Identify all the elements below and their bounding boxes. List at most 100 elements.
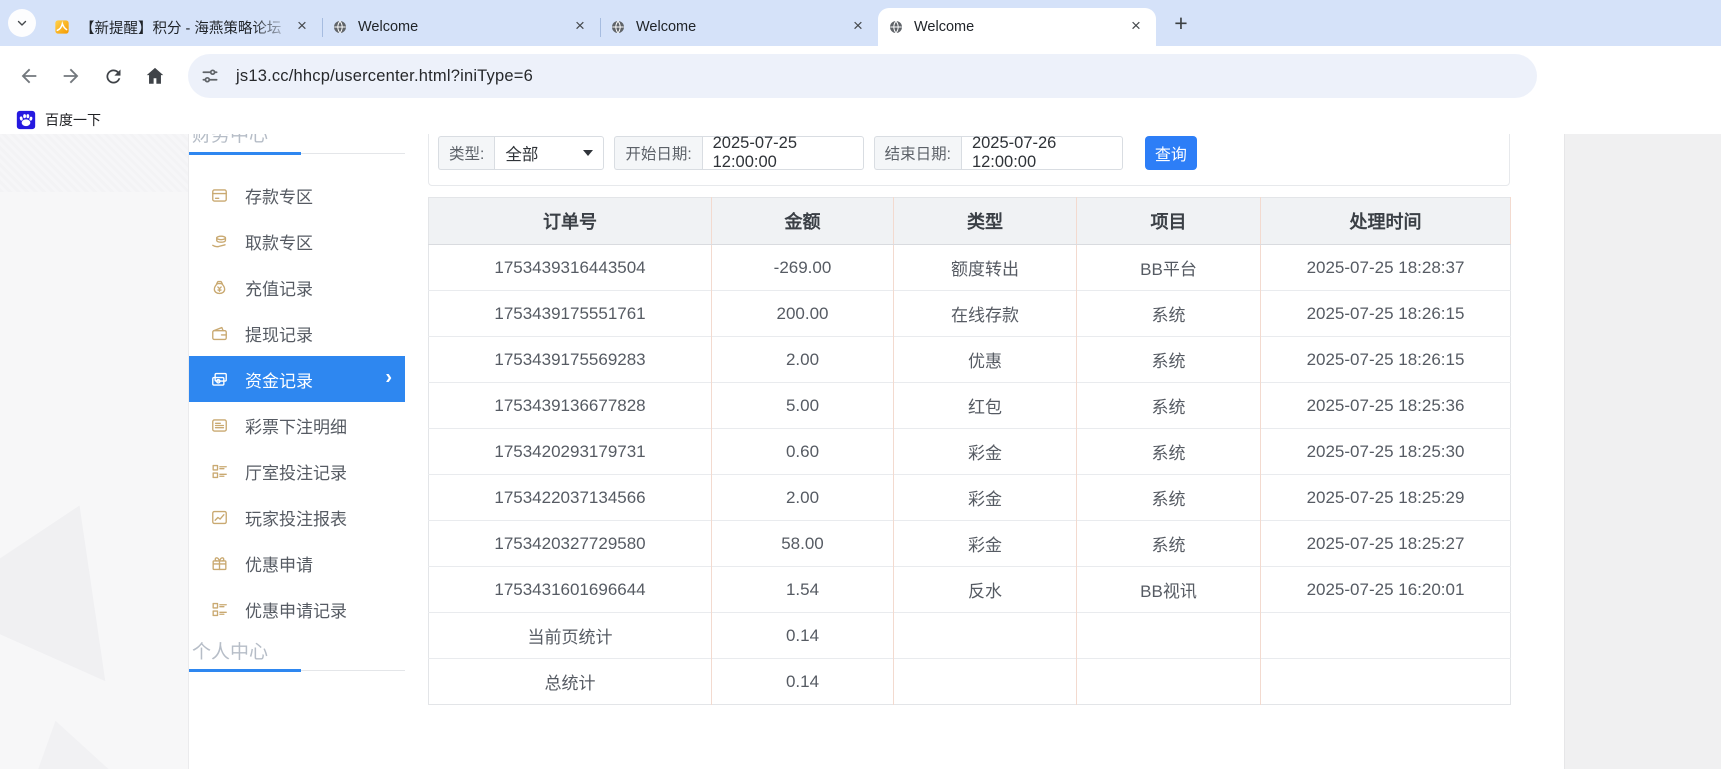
hall-list-icon (210, 461, 230, 481)
project-cell (1076, 612, 1261, 659)
tab-search-button[interactable] (8, 9, 36, 37)
amount-cell: 0.14 (711, 658, 894, 705)
amount-cell: 5.00 (711, 382, 894, 429)
table-row[interactable]: 1753439136677828 5.00 红包 系统 2025-07-25 1… (428, 382, 1511, 429)
tab-title: Welcome (636, 19, 697, 35)
home-button[interactable] (137, 58, 173, 94)
site-info-button[interactable] (194, 60, 226, 92)
table-row[interactable]: 1753422037134566 2.00 彩金 系统 2025-07-25 1… (428, 474, 1511, 521)
sidebar-item[interactable]: 提现记录 › (189, 310, 405, 356)
bookmark-baidu[interactable]: 百度一下 (10, 108, 107, 132)
section-underline (189, 669, 405, 672)
project-cell: 系统 (1076, 520, 1261, 567)
table-header-row: 订单号 金额 类型 项目 处理时间 (428, 197, 1511, 245)
sidebar-item-label: 彩票下注明细 (245, 417, 347, 437)
browser-tab[interactable]: Welcome × (600, 8, 878, 46)
project-cell: BB平台 (1076, 244, 1261, 291)
address-bar[interactable]: js13.cc/hhcp/usercenter.html?iniType=6 (188, 54, 1537, 98)
sidebar-item-label: 优惠申请 (245, 555, 313, 575)
table-row[interactable]: 1753420327729580 58.00 彩金 系统 2025-07-25 … (428, 520, 1511, 567)
type-cell: 反水 (893, 566, 1077, 613)
sidebar-section-finance: 财务中心 (192, 134, 269, 146)
forum-favicon (54, 19, 71, 36)
query-button[interactable]: 查询 (1144, 136, 1197, 170)
browser-tab[interactable]: 【新提醒】积分 - 海燕策略论坛 × (44, 8, 323, 46)
sidebar-item[interactable]: 存款专区 › (189, 172, 405, 218)
sidebar-section-personal: 个人中心 (192, 642, 269, 663)
close-icon[interactable]: × (292, 17, 312, 37)
page-background-right (1564, 134, 1721, 769)
table-row[interactable]: 总统计 0.14 (428, 658, 1511, 705)
new-tab-button[interactable]: + (1166, 8, 1196, 38)
sidebar-item[interactable]: 优惠申请记录 › (189, 586, 405, 632)
project-cell: 系统 (1076, 382, 1261, 429)
type-cell: 彩金 (893, 428, 1077, 475)
sidebar-menu: 存款专区 › 取款专区 › 充值记录 › (189, 172, 405, 632)
order-number-cell: 当前页统计 (428, 612, 712, 659)
order-number-cell: 1753439136677828 (428, 382, 712, 429)
back-arrow-icon (18, 65, 40, 87)
type-cell: 彩金 (893, 474, 1077, 521)
time-cell: 2025-07-25 16:20:01 (1260, 566, 1511, 613)
amount-cell: 2.00 (711, 474, 894, 521)
sidebar-item[interactable]: 取款专区 › (189, 218, 405, 264)
sidebar-item[interactable]: 优惠申请 › (189, 540, 405, 586)
project-cell (1076, 658, 1261, 705)
table-row[interactable]: 1753439175569283 2.00 优惠 系统 2025-07-25 1… (428, 336, 1511, 383)
tab-title: Welcome (358, 19, 419, 35)
time-cell: 2025-07-25 18:28:37 (1260, 244, 1511, 291)
forward-button[interactable] (53, 58, 89, 94)
order-number-cell: 总统计 (428, 658, 712, 705)
order-number-cell: 1753431601696644 (428, 566, 712, 613)
page-content: 财务中心 存款专区 › 取款专区 › (189, 134, 1564, 769)
sidebar-item-label: 存款专区 (245, 187, 313, 207)
browser-tab[interactable]: Welcome × (322, 8, 601, 46)
browser-tab[interactable]: Welcome × (878, 8, 1156, 46)
refresh-icon (103, 66, 124, 87)
withdraw-hand-icon (210, 231, 230, 251)
start-date-input[interactable]: 2025-07-25 12:00:00 (701, 134, 864, 171)
table-row[interactable]: 1753439316443504 -269.00 额度转出 BB平台 2025-… (428, 244, 1511, 291)
url-text[interactable]: js13.cc/hhcp/usercenter.html?iniType=6 (236, 67, 533, 86)
lottery-list-icon (210, 415, 230, 435)
order-number-cell: 1753439175569283 (428, 336, 712, 383)
sidebar-item-label: 资金记录 (245, 371, 313, 391)
column-header: 金额 (711, 197, 894, 245)
report-chart-icon (210, 507, 230, 527)
page-background-left (0, 134, 189, 769)
type-select[interactable]: 全部 (494, 136, 605, 170)
table-row[interactable]: 1753420293179731 0.60 彩金 系统 2025-07-25 1… (428, 428, 1511, 475)
sidebar-item[interactable]: 充值记录 › (189, 264, 405, 310)
type-cell (893, 658, 1077, 705)
end-date-input[interactable]: 2025-07-26 12:00:00 (960, 134, 1123, 171)
type-cell: 优惠 (893, 336, 1077, 383)
order-number-cell: 1753439175551761 (428, 290, 712, 337)
project-cell: 系统 (1076, 474, 1261, 521)
table-row[interactable]: 1753439175551761 200.00 在线存款 系统 2025-07-… (428, 290, 1511, 337)
fund-cards-icon (210, 369, 230, 389)
chevron-down-icon (15, 16, 29, 30)
refresh-button[interactable] (95, 58, 131, 94)
sidebar-item[interactable]: 彩票下注明细 › (189, 402, 405, 448)
deposit-card-icon (210, 185, 230, 205)
sidebar-item[interactable]: 玩家投注报表 › (189, 494, 405, 540)
table-row[interactable]: 1753431601696644 1.54 反水 BB视讯 2025-07-25… (428, 566, 1511, 613)
type-cell (893, 612, 1077, 659)
amount-cell: 2.00 (711, 336, 894, 383)
end-date-group: 结束日期: 2025-07-26 12:00:00 (873, 134, 1123, 171)
home-icon (144, 65, 166, 87)
time-cell (1260, 658, 1511, 705)
close-icon[interactable]: × (848, 17, 868, 37)
recharge-bag-icon (210, 277, 230, 297)
sidebar-item[interactable]: 资金记录 › (189, 356, 405, 402)
back-button[interactable] (11, 58, 47, 94)
section-underline (189, 152, 405, 155)
type-filter-group: 类型: 全部 (438, 136, 605, 170)
sidebar-item[interactable]: 厅室投注记录 › (189, 448, 405, 494)
close-icon[interactable]: × (1126, 17, 1146, 37)
column-header: 项目 (1076, 197, 1261, 245)
sidebar: 财务中心 存款专区 › 取款专区 › (189, 134, 405, 672)
table-row[interactable]: 当前页统计 0.14 (428, 612, 1511, 659)
close-icon[interactable]: × (570, 17, 590, 37)
baidu-paw-icon (16, 110, 36, 130)
